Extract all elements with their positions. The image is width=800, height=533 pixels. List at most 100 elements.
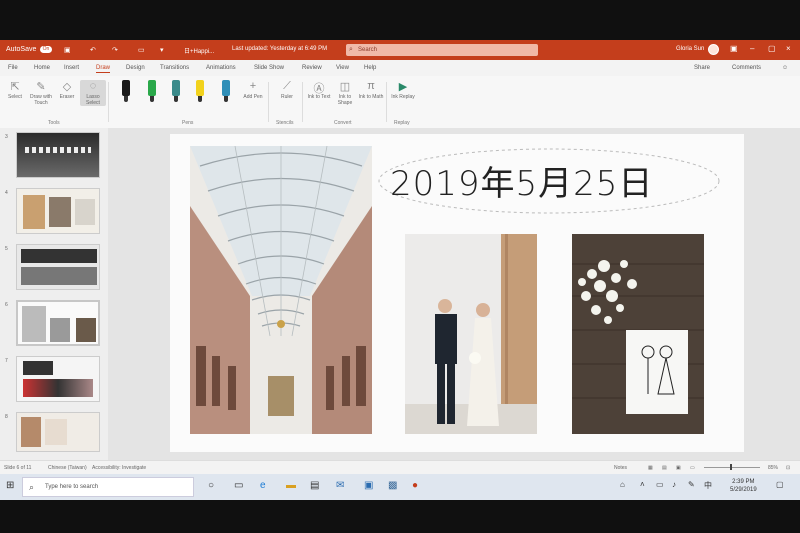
autosave-toggle[interactable]: On <box>40 46 52 53</box>
arcade-image <box>190 146 372 434</box>
tab-transitions[interactable]: Transitions <box>160 65 189 71</box>
file-explorer-icon[interactable]: ▬ <box>286 480 296 491</box>
zoom-level[interactable]: 85% <box>768 465 778 471</box>
slide-thumbnail[interactable] <box>16 356 100 402</box>
ink-to-text-button[interactable]: Ⓐ Ink to Text <box>306 80 332 100</box>
chevron-up-icon[interactable]: ˄ <box>640 480 645 489</box>
network-icon[interactable]: ▭ <box>656 480 664 489</box>
windows-start-icon[interactable]: ⊞ <box>6 480 14 491</box>
task-view-icon[interactable]: ▭ <box>234 480 243 491</box>
slide-thumbnail[interactable] <box>16 412 100 452</box>
highlighter-yellow[interactable] <box>196 80 204 102</box>
store-icon[interactable]: ▤ <box>310 480 319 491</box>
tab-draw[interactable]: Draw <box>96 65 111 73</box>
normal-view-icon[interactable]: ▦ <box>648 465 653 471</box>
slide-editor[interactable]: 2019年5月25日 <box>108 128 800 460</box>
ink-to-shape-button[interactable]: ◫ Ink to Shape <box>332 80 358 106</box>
language[interactable]: Chinese (Taiwan) <box>48 465 87 471</box>
tab-review[interactable]: Review <box>302 65 322 71</box>
accessibility-status[interactable]: Accessibility: Investigate <box>92 465 146 471</box>
avatar[interactable] <box>708 44 719 55</box>
divider <box>386 82 387 122</box>
more-options-icon[interactable]: ☺ <box>782 65 788 71</box>
ink-to-shape-icon: ◫ <box>339 81 351 93</box>
pen-icon[interactable]: ✎ <box>688 480 695 489</box>
powerpoint-icon[interactable]: ● <box>412 480 418 491</box>
customize-icon[interactable]: ▾ <box>160 46 164 54</box>
zoom-slider-handle[interactable] <box>730 464 732 470</box>
tab-insert[interactable]: Insert <box>64 65 79 71</box>
slide-thumbnail-pane[interactable]: 3 4 5 6 7 8 <box>0 128 108 460</box>
slide-thumbnail[interactable] <box>16 188 100 234</box>
tab-home[interactable]: Home <box>34 65 50 71</box>
draw-with-touch-button[interactable]: ✎ Draw with Touch <box>28 80 54 106</box>
fit-slide-icon[interactable]: ⊡ <box>786 465 790 471</box>
slide[interactable]: 2019年5月25日 <box>170 134 744 452</box>
slideshow-icon[interactable]: ▭ <box>690 465 695 471</box>
app-icon[interactable]: ▣ <box>364 480 373 491</box>
slide-thumbnail[interactable] <box>16 132 100 178</box>
input-method-icon[interactable]: 中 <box>704 480 712 491</box>
ruler-button[interactable]: ⟋ Ruler <box>274 80 300 100</box>
ink-replay-button[interactable]: ▶ Ink Replay <box>390 80 416 100</box>
system-clock[interactable]: 2:39 PM 5/29/2019 <box>730 478 757 494</box>
thumbnail-number: 5 <box>5 246 8 252</box>
minimize-icon[interactable]: – <box>750 44 754 53</box>
group-label-stencils: Stencils <box>276 120 294 126</box>
add-pen-button[interactable]: + Add Pen <box>240 80 266 100</box>
last-updated[interactable]: Last updated: Yesterday at 6:49 PM <box>232 46 327 52</box>
slide-thumbnail-active[interactable] <box>16 300 100 346</box>
maximize-icon[interactable]: ▢ <box>768 44 776 53</box>
eraser-label: Eraser <box>59 94 75 100</box>
zoom-slider[interactable] <box>704 467 760 468</box>
slide-thumbnail[interactable] <box>16 244 100 290</box>
eraser-icon: ◇ <box>62 81 72 93</box>
tab-file[interactable]: File <box>8 65 18 71</box>
reading-view-icon[interactable]: ▣ <box>676 465 681 471</box>
search-placeholder: Search <box>358 47 378 53</box>
mail-icon[interactable]: ✉ <box>336 480 344 491</box>
slide-sorter-icon[interactable]: ▤ <box>662 465 667 471</box>
search-input[interactable]: ⌕ Search <box>346 44 538 56</box>
close-icon[interactable]: × <box>786 44 791 53</box>
ribbon-options-icon[interactable]: ▣ <box>730 44 738 53</box>
pen-black[interactable] <box>122 80 130 102</box>
people-icon[interactable]: ⌂ <box>620 480 625 489</box>
tab-help[interactable]: Help <box>364 65 376 71</box>
edge-icon[interactable]: e <box>260 480 266 491</box>
ink-to-math-button[interactable]: π Ink to Math <box>358 80 384 100</box>
share-button[interactable]: Share <box>694 65 710 71</box>
search-icon: ⌕ <box>29 482 35 492</box>
redo-icon[interactable]: ↷ <box>112 46 118 54</box>
ink-date-text[interactable]: 2019年5月25日 <box>390 156 653 205</box>
draw-with-touch-label: Draw with Touch <box>30 94 52 106</box>
pen-teal[interactable] <box>172 80 180 102</box>
undo-icon[interactable]: ↶ <box>90 46 96 54</box>
tab-view[interactable]: View <box>336 65 349 71</box>
notes-button[interactable]: Notes <box>614 465 627 471</box>
task-view-icon[interactable]: ○ <box>208 480 214 491</box>
taskbar-search-input[interactable]: ⌕ Type here to search <box>22 477 194 497</box>
slide-info: Slide 6 of 11 <box>4 465 32 471</box>
save-icon[interactable]: ▣ <box>64 46 71 54</box>
tab-design[interactable]: Design <box>126 65 145 71</box>
photos-icon[interactable]: ▩ <box>388 480 397 491</box>
volume-icon[interactable]: ♪ <box>672 480 676 489</box>
tab-slide-show[interactable]: Slide Show <box>254 65 284 71</box>
tab-animations[interactable]: Animations <box>206 65 236 71</box>
select-button[interactable]: ⇱ Select <box>2 80 28 100</box>
photo-arcade[interactable] <box>190 146 372 434</box>
eraser-button[interactable]: ◇ Eraser <box>54 80 80 100</box>
notifications-icon[interactable]: ▢ <box>776 480 784 489</box>
divider <box>268 82 269 122</box>
lasso-select-button[interactable]: ◌ Lasso Select <box>80 80 106 106</box>
pen-blue[interactable] <box>222 80 230 102</box>
pen-green[interactable] <box>148 80 156 102</box>
comments-button[interactable]: Comments <box>732 65 761 71</box>
photo-couple[interactable] <box>405 234 537 434</box>
photo-flowers[interactable] <box>572 234 704 434</box>
present-icon[interactable]: ▭ <box>138 46 145 54</box>
user-name[interactable]: Gloria Sun <box>676 46 704 52</box>
replay-icon: ▶ <box>398 81 408 93</box>
thumbnail-number: 3 <box>5 134 8 140</box>
